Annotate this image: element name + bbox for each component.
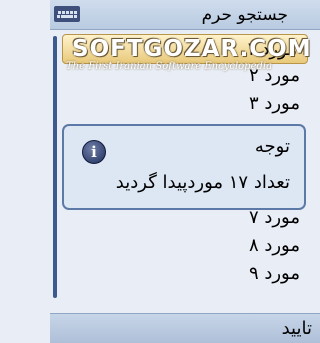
- scrollbar[interactable]: [53, 36, 57, 298]
- list-item-label: مورد ۸: [248, 235, 300, 256]
- app-header: جستجو حرم: [50, 0, 320, 30]
- list-item[interactable]: مورد ۳: [249, 90, 300, 118]
- info-dialog[interactable]: توجه i تعداد ۱۷ موردپیدا گردید: [62, 124, 306, 210]
- dialog-message: تعداد ۱۷ موردپیدا گردید: [115, 172, 290, 193]
- list-item-label: مورد ۱: [245, 39, 297, 60]
- keyboard-icon[interactable]: [54, 6, 80, 22]
- dialog-title: توجه: [254, 136, 290, 157]
- list-item[interactable]: مورد ۱: [62, 34, 308, 64]
- app-title: جستجو حرم: [201, 5, 288, 25]
- list-item-label: مورد ۷: [248, 207, 300, 228]
- info-icon: i: [82, 140, 106, 164]
- softkey-bar: تایید: [50, 313, 320, 343]
- list-item[interactable]: مورد ۸: [249, 232, 300, 260]
- list-item[interactable]: مورد ۹: [249, 260, 300, 288]
- list-item-label: مورد ۹: [248, 263, 300, 284]
- list-item-label: مورد ۲: [248, 65, 300, 86]
- ok-softkey[interactable]: تایید: [282, 318, 312, 339]
- list-item[interactable]: مورد ۲: [249, 62, 300, 90]
- list-item-label: مورد ۳: [248, 93, 300, 114]
